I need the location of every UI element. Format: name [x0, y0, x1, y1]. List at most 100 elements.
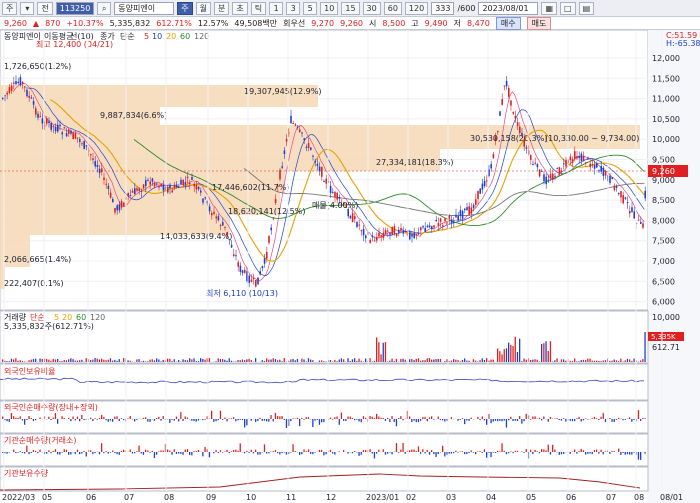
chart-area[interactable]: 동양피엔이 이동평균 선(10) 종가 단순 5 10 20 60 120 C:…	[0, 30, 700, 503]
profile-label-4: (10,330.00 ~ 9,734.00)	[545, 134, 639, 143]
stock-name-field[interactable]: 동양피엔이	[114, 1, 175, 15]
close-label: 저	[453, 18, 461, 28]
period-day[interactable]: 주	[177, 1, 193, 15]
quote-bar: 9,260 ▲ 870 +10.37% 5,335,832 612.71% 12…	[0, 16, 700, 30]
price-axis-label: 10,500	[652, 115, 680, 124]
profile-label-7: 18,620,141(12.5%)	[228, 207, 305, 216]
panel-4-title: 외국인순매수량(장내+장외)	[4, 402, 98, 412]
sell-button[interactable]: 매도	[526, 16, 552, 30]
volume-legend-3: 20	[62, 313, 72, 322]
open-price-2: 9,260	[340, 18, 364, 28]
inst-hold-panel	[0, 466, 649, 492]
open-price: 9,270	[311, 18, 335, 28]
period-3[interactable]: 3	[286, 1, 301, 15]
profile-label-0: 1,726,650(1.2%)	[4, 62, 71, 71]
volume-legend-0: 거래량	[4, 312, 27, 322]
volume-legend-5: 120	[90, 313, 105, 322]
date-axis-label: 09	[206, 493, 216, 502]
date-axis-label: 07	[124, 493, 134, 502]
change: 870	[45, 18, 61, 28]
ma-legend-20: 20	[166, 32, 176, 41]
date-input[interactable]: 2023/08/01	[478, 1, 539, 15]
profile-label-5: 27,334,181(18.3%)	[376, 158, 453, 167]
low-label: 고	[411, 18, 419, 28]
date-axis-label: 2023/01	[366, 493, 399, 502]
tag: 회우선	[283, 18, 306, 28]
price-axis-label: 8,500	[652, 196, 675, 205]
low-price: 9,490	[424, 18, 448, 28]
close-price: 8,470	[466, 18, 490, 28]
date-axis-label: 08/01	[660, 493, 683, 502]
toolbar-item-2[interactable]: 전	[37, 1, 53, 15]
turnover: 12.57%	[197, 18, 229, 28]
price-axis-label: 12,000	[652, 54, 680, 63]
ma-legend-120: 120	[194, 32, 209, 41]
ma-legend-1: 단순	[120, 31, 135, 41]
change-pct: +10.37%	[66, 18, 104, 28]
window-icon[interactable]: □	[560, 1, 576, 15]
amount: 49,508백만	[234, 18, 278, 28]
count-total: /600	[457, 3, 476, 13]
price-axis-label: 7,500	[652, 237, 675, 246]
low-marker: 최저 6,110 (10/13)	[206, 288, 278, 298]
price-axis-label: 11,500	[652, 74, 680, 83]
date-axis-label: 08	[634, 493, 644, 502]
profile-label-3: 30,530,158(20.3%)	[470, 134, 547, 143]
period-week[interactable]: 월	[195, 1, 212, 15]
period-5[interactable]: 5	[303, 1, 318, 15]
price-axis-label: 10,000	[652, 135, 680, 144]
profile-label-6: 17,446,602(11.7%)	[212, 183, 289, 192]
date-axis-label: 05	[42, 493, 52, 502]
change-arrow-icon: ▲	[32, 18, 40, 28]
count-input[interactable]: 333	[431, 1, 455, 15]
high-marker: 최고 12,400 (04/21)	[36, 39, 113, 49]
date-axis-label: 11	[286, 493, 296, 502]
price-axis-label: 11,000	[652, 95, 680, 104]
period-month[interactable]: 분	[214, 1, 230, 15]
toolbar: 주 ▾ 전 113250 ⌕ 동양피엔이 주 월 분 초 틱 1 3 5 10 …	[0, 0, 700, 17]
period-60[interactable]: 60	[383, 1, 402, 15]
indicator-h: H:-65.38	[666, 39, 700, 48]
price-axis-label: 6,500	[652, 277, 675, 286]
period-sec[interactable]: 틱	[250, 1, 267, 15]
date-axis-label: 07	[606, 493, 616, 502]
high-label: 시	[369, 18, 377, 28]
period-min[interactable]: 초	[232, 1, 248, 15]
toolbar-item-0[interactable]: 주	[2, 1, 18, 15]
date-axis-label: 05	[526, 493, 536, 502]
profile-label-8: 매물(4.00%)	[312, 201, 358, 210]
period-120[interactable]: 120	[404, 1, 429, 15]
volume-ratio: 612.71%	[156, 18, 192, 28]
volume-value: 5,335,832주(612.71%)	[4, 322, 94, 331]
period-30[interactable]: 30	[362, 1, 381, 15]
price-axis-label: 6,000	[652, 298, 675, 307]
date-axis-label: 06	[566, 493, 576, 502]
search-icon[interactable]: ⌕	[97, 1, 112, 15]
layout-icon[interactable]: ▤	[578, 1, 595, 15]
date-axis-label: 10	[246, 493, 256, 502]
toolbar-item-1[interactable]: ▾	[20, 1, 35, 15]
date-axis-label: 12	[326, 493, 336, 502]
period-1[interactable]: 1	[269, 1, 284, 15]
ma-legend-60: 60	[180, 32, 190, 41]
inst-net-panel	[0, 433, 649, 467]
profile-label-11: 222,407(0.1%)	[4, 279, 64, 288]
date-axis-label: 06	[86, 493, 96, 502]
panel-3-title: 외국인보유비율	[4, 366, 56, 376]
volume-y-0: 10,000	[652, 313, 680, 322]
stock-code-input[interactable]: 113250	[55, 1, 95, 15]
high-price: 8,500	[382, 18, 406, 28]
price-axis-label: 9,000	[652, 176, 675, 185]
price-axis-label: 7,000	[652, 257, 675, 266]
calendar-icon[interactable]: ▦	[541, 1, 558, 15]
volume-y-2: 612.71	[652, 343, 680, 352]
profile-label-1: 19,307,945(12.9%)	[244, 87, 321, 96]
buy-button[interactable]: 매수	[495, 16, 521, 30]
period-15[interactable]: 15	[341, 1, 360, 15]
profile-label-2: 9,887,834(6.6%)	[100, 111, 167, 120]
ma-legend-5: 5	[144, 32, 149, 41]
period-10[interactable]: 10	[320, 1, 339, 15]
ma-legend-10: 10	[152, 32, 162, 41]
volume-y-1: 5,335K	[651, 333, 676, 341]
current-price-label: 9,260	[652, 167, 675, 176]
